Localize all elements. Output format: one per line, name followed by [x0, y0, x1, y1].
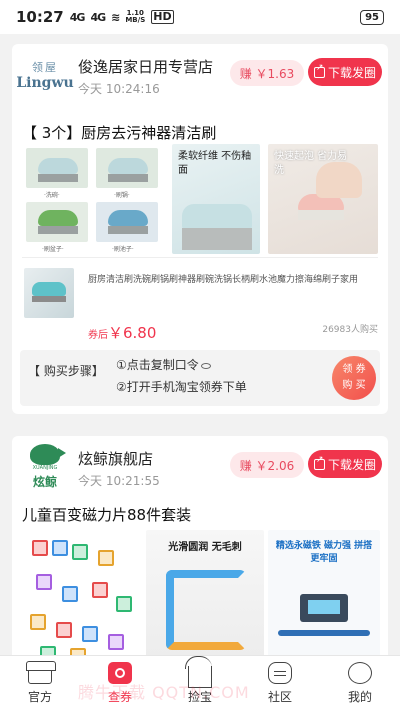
- product-image[interactable]: 光滑圆润 无毛刺: [146, 530, 264, 655]
- network-speed: 1.10 MB/S: [125, 9, 146, 24]
- download-share-button[interactable]: 下载发圈: [308, 450, 382, 478]
- product-image[interactable]: 精选永磁铁 磁力强 拼搭更牢固: [268, 530, 380, 655]
- eye-icon: [200, 362, 211, 369]
- store-icon: [26, 661, 56, 684]
- tab-coupon[interactable]: 查券: [80, 656, 160, 711]
- tab-official[interactable]: 官方: [0, 656, 80, 711]
- earn-badge: 赚 ￥1.63: [230, 60, 304, 86]
- product-image[interactable]: [22, 530, 142, 655]
- earn-badge: 赚 ￥2.06: [230, 452, 304, 478]
- product-image[interactable]: 柔软纤维 不伤釉面: [172, 144, 260, 254]
- whale-icon: [30, 444, 66, 465]
- wifi-icon: ≋: [111, 10, 120, 24]
- purchase-steps: 【 购买步骤】 ①点击复制口令 ②打开手机淘宝领券下单 领 券 购 买: [20, 350, 380, 406]
- signal-icon: 4G: [69, 10, 86, 24]
- get-coupon-button[interactable]: 领 券 购 买: [332, 356, 376, 400]
- post-time: 今天 10:21:55: [78, 474, 160, 488]
- coupon-icon: [108, 662, 132, 684]
- product-thumbnail[interactable]: [24, 268, 74, 318]
- download-share-button[interactable]: 下载发圈: [308, 58, 382, 86]
- share-icon: [313, 455, 325, 470]
- post-card: 领屋 Lingwu 俊逸居家日用专营店 今天 10:24:16 赚 ￥1.63 …: [12, 44, 388, 414]
- tab-treasure[interactable]: 捡宝: [160, 656, 240, 711]
- divider: [22, 257, 378, 258]
- user-icon: [348, 662, 372, 684]
- product-image[interactable]: ·洗碗· ·刷锅· ·刷盆子· ·刷池子·: [24, 144, 162, 254]
- post-card: XUANJING 炫鲸 炫鲸旗舰店 今天 10:21:55 赚 ￥2.06 下载…: [12, 436, 388, 655]
- step-copy-code[interactable]: ①点击复制口令: [116, 356, 211, 373]
- post-feed[interactable]: 领屋 Lingwu 俊逸居家日用专营店 今天 10:24:16 赚 ￥1.63 …: [0, 34, 400, 655]
- product-description: 厨房清洁刷洗碗刷锅刷神器刷碗洗锅长柄刷水池魔力擦海绵刷子家用: [88, 275, 359, 285]
- post-time: 今天 10:24:16: [78, 82, 160, 96]
- status-bar: 10:27 4G 4G ≋ 1.10 MB/S HD 95: [0, 0, 400, 34]
- share-icon: [313, 63, 325, 78]
- shop-logo[interactable]: 领屋 Lingwu: [16, 52, 73, 98]
- post-title: 【 3个】厨房去污神器清洁刷: [22, 124, 217, 142]
- house-icon: [188, 666, 212, 688]
- post-title: 儿童百变磁力片88件套装: [22, 506, 192, 524]
- step-open-taobao: ②打开手机淘宝领券下单: [116, 380, 247, 394]
- shop-name[interactable]: 俊逸居家日用专营店: [78, 56, 213, 77]
- shop-logo[interactable]: XUANJING 炫鲸: [22, 444, 68, 490]
- chat-icon: [268, 662, 292, 684]
- shop-header: 领屋 Lingwu 俊逸居家日用专营店 今天 10:24:16 赚 ￥1.63 …: [12, 44, 388, 104]
- shop-name[interactable]: 炫鲸旗舰店: [78, 448, 153, 469]
- shop-header: XUANJING 炫鲸 炫鲸旗舰店 今天 10:21:55 赚 ￥2.06 下载…: [12, 436, 388, 496]
- product-image[interactable]: 快速起泡 省力易洗: [268, 144, 378, 254]
- battery-icon: 95: [360, 9, 384, 25]
- signal-icon-2: 4G: [90, 10, 106, 24]
- status-time: 10:27: [16, 8, 64, 26]
- bottom-tab-bar: 官方 查券 捡宝 社区 我的: [0, 655, 400, 711]
- hd-badge: HD: [151, 10, 174, 24]
- steps-title: 【 购买步骤】: [28, 364, 104, 378]
- tab-community[interactable]: 社区: [240, 656, 320, 711]
- buyer-count: 26983人购买: [322, 325, 378, 335]
- coupon-price: 券后￥6.80: [88, 324, 157, 342]
- product-row[interactable]: 厨房清洁刷洗碗刷锅刷神器刷碗洗锅长柄刷水池魔力擦海绵刷子家用 券后￥6.80 2…: [12, 262, 388, 342]
- tab-mine[interactable]: 我的: [320, 656, 400, 711]
